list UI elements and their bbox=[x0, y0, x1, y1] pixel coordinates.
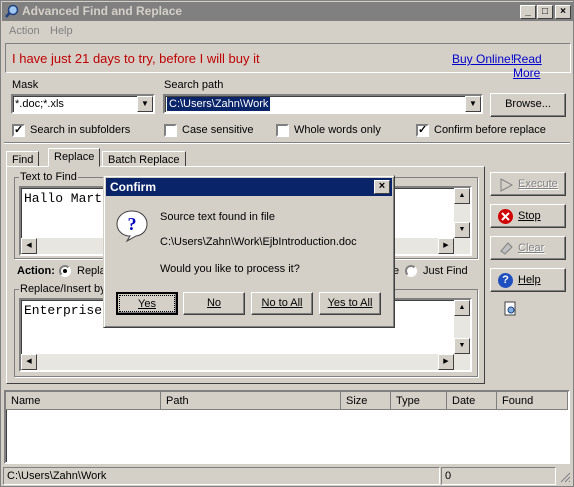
clear-button[interactable]: Clear bbox=[490, 236, 566, 260]
no-to-all-button[interactable]: No to All bbox=[251, 292, 313, 315]
scroll-right-icon[interactable]: ▶ bbox=[438, 238, 454, 254]
help-label: Help bbox=[518, 274, 541, 286]
tab-find[interactable]: Find bbox=[6, 151, 40, 167]
mask-combo[interactable]: *.doc;*.xls ▼ bbox=[11, 94, 155, 114]
scroll-up-icon[interactable]: ▲ bbox=[454, 300, 470, 316]
confirm-replace-checkbox[interactable]: ✓ bbox=[416, 124, 429, 137]
scroll-left-icon[interactable]: ◀ bbox=[21, 354, 37, 370]
play-icon bbox=[499, 178, 514, 195]
search-path-combo[interactable]: C:\Users\Zahn\Work ▼ bbox=[163, 94, 483, 114]
menu-action[interactable]: Action bbox=[9, 25, 40, 37]
execute-button[interactable]: Execute bbox=[490, 172, 566, 196]
yes-to-all-button[interactable]: Yes to All bbox=[319, 292, 381, 315]
execute-label: Execute bbox=[518, 178, 558, 190]
col-type[interactable]: Type bbox=[391, 392, 447, 410]
col-size[interactable]: Size bbox=[341, 392, 391, 410]
mask-dropdown-icon[interactable]: ▼ bbox=[137, 96, 153, 112]
tab-replace[interactable]: Replace bbox=[48, 148, 101, 167]
dialog-line3: Would you like to process it? bbox=[160, 263, 300, 275]
eraser-icon bbox=[499, 241, 514, 259]
text-to-find-label: Text to Find bbox=[19, 171, 78, 183]
window-title: Advanced Find and Replace bbox=[22, 4, 183, 18]
action-label: Action: bbox=[17, 265, 55, 277]
app-search-icon bbox=[5, 4, 19, 18]
case-sensitive-label: Case sensitive bbox=[182, 124, 254, 136]
status-count: 0 bbox=[441, 467, 556, 485]
confirm-dialog: Confirm × ? Source text found in file C:… bbox=[103, 175, 395, 328]
replace-radio[interactable] bbox=[59, 265, 71, 277]
whole-words-label: Whole words only bbox=[294, 124, 381, 136]
just-find-radio[interactable] bbox=[405, 265, 417, 277]
whole-words-checkbox[interactable] bbox=[276, 124, 289, 137]
title-bar[interactable]: Advanced Find and Replace _ □ × bbox=[2, 2, 573, 21]
stop-icon bbox=[498, 209, 513, 224]
read-more-link[interactable]: Read More bbox=[513, 52, 570, 80]
dialog-title-bar[interactable]: Confirm × bbox=[106, 178, 392, 196]
trial-banner: I have just 21 days to try, before I wil… bbox=[5, 43, 571, 80]
close-button[interactable]: × bbox=[555, 5, 571, 19]
stop-label: Stop bbox=[518, 210, 541, 222]
stop-button[interactable]: Stop bbox=[490, 204, 566, 228]
search-doc-icon bbox=[504, 301, 518, 320]
dialog-line1: Source text found in file bbox=[160, 211, 275, 223]
resize-grip-icon[interactable] bbox=[559, 471, 571, 486]
search-subfolders-checkbox[interactable]: ✓ bbox=[12, 124, 25, 137]
trial-message: I have just 21 days to try, before I wil… bbox=[12, 51, 260, 66]
no-button[interactable]: No bbox=[183, 292, 245, 315]
separator bbox=[4, 142, 570, 144]
minimize-button[interactable]: _ bbox=[520, 5, 536, 19]
dialog-close-icon[interactable]: × bbox=[374, 180, 390, 194]
question-icon: ? bbox=[115, 209, 149, 246]
scroll-down-icon[interactable]: ▼ bbox=[454, 222, 470, 238]
browse-button[interactable]: Browse... bbox=[490, 93, 566, 117]
svg-text:?: ? bbox=[128, 214, 137, 234]
mask-value: *.doc;*.xls bbox=[15, 98, 64, 110]
scroll-left-icon[interactable]: ◀ bbox=[21, 238, 37, 254]
help-button[interactable]: ? Help bbox=[490, 268, 566, 292]
mask-label: Mask bbox=[12, 79, 39, 91]
buy-online-link[interactable]: Buy Online! bbox=[452, 52, 514, 66]
replace-vscrollbar[interactable]: ▲ ▼ bbox=[454, 300, 470, 354]
clear-label: Clear bbox=[518, 242, 545, 254]
search-subfolders-label: Search in subfolders bbox=[30, 124, 131, 136]
results-table[interactable]: Name Path Size Type Date Found bbox=[4, 390, 570, 464]
replace-insert-label: Replace/Insert by bbox=[19, 283, 107, 295]
search-path-dropdown-icon[interactable]: ▼ bbox=[465, 96, 481, 112]
replace-hscrollbar[interactable]: ◀ ▶ bbox=[21, 354, 470, 370]
replace-radio-label: Repla bbox=[77, 265, 106, 277]
yes-button[interactable]: Yes bbox=[116, 292, 178, 315]
dialog-file-path: C:\Users\Zahn\Work\EjbIntroduction.doc bbox=[160, 236, 357, 248]
dialog-title: Confirm bbox=[110, 180, 156, 194]
scroll-down-icon[interactable]: ▼ bbox=[454, 338, 470, 354]
find-vscrollbar[interactable]: ▲ ▼ bbox=[454, 188, 470, 238]
scroll-up-icon[interactable]: ▲ bbox=[454, 188, 470, 204]
tab-batch-replace[interactable]: Batch Replace bbox=[102, 151, 186, 167]
just-find-label: Just Find bbox=[423, 265, 468, 277]
menu-help[interactable]: Help bbox=[50, 25, 73, 37]
status-path: C:\Users\Zahn\Work bbox=[3, 467, 440, 485]
search-path-label: Search path bbox=[164, 79, 224, 91]
maximize-button[interactable]: □ bbox=[537, 5, 553, 19]
col-name[interactable]: Name bbox=[6, 392, 161, 410]
col-date[interactable]: Date bbox=[447, 392, 497, 410]
scroll-right-icon[interactable]: ▶ bbox=[438, 354, 454, 370]
menu-bar: Action Help bbox=[2, 22, 573, 40]
search-path-value[interactable]: C:\Users\Zahn\Work bbox=[167, 97, 271, 111]
help-icon: ? bbox=[498, 273, 513, 288]
main-window: Advanced Find and Replace _ □ × Action H… bbox=[0, 0, 574, 487]
confirm-replace-label: Confirm before replace bbox=[434, 124, 546, 136]
case-sensitive-checkbox[interactable] bbox=[164, 124, 177, 137]
col-path[interactable]: Path bbox=[161, 392, 341, 410]
col-found[interactable]: Found bbox=[497, 392, 568, 410]
